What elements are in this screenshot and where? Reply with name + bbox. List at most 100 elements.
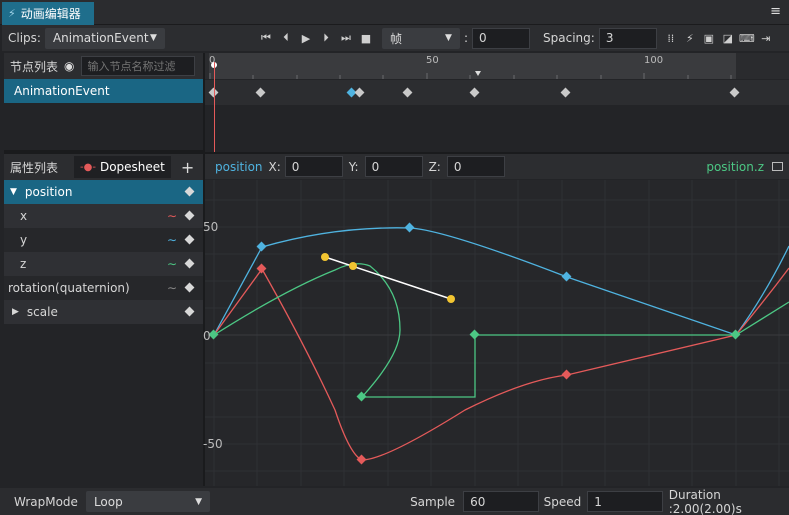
node-track-empty <box>205 105 789 152</box>
property-label: position <box>24 185 73 199</box>
clip-select[interactable]: AnimationEvent ▼ <box>44 27 165 49</box>
stop-icon[interactable]: ■ <box>358 30 374 46</box>
previous-frame-icon[interactable]: ⏴ <box>278 30 294 46</box>
node-list-title: 节点列表 <box>10 59 59 74</box>
track-keyframe[interactable] <box>729 87 740 98</box>
curve-header: position X: 0 Y: 0 Z: 0 position.z <box>205 154 789 179</box>
eye-icon[interactable]: ◉ <box>64 59 74 73</box>
x-input[interactable]: 0 <box>284 156 343 177</box>
track-keyframe[interactable] <box>469 87 480 98</box>
next-frame-icon[interactable]: ⏵ <box>318 30 334 46</box>
x-label: X: <box>268 159 281 174</box>
property-row-position[interactable]: ▼ position <box>4 180 203 204</box>
keyframe-diamond-icon[interactable] <box>184 234 195 245</box>
track-keyframe[interactable] <box>560 87 571 98</box>
node-list-header: 节点列表 ◉ <box>4 53 203 79</box>
eraser-icon[interactable]: ◪ <box>720 30 736 46</box>
clips-label: Clips: <box>8 31 41 45</box>
jump-to-start-icon[interactable]: ⏮ <box>258 30 274 46</box>
node-track[interactable] <box>205 80 789 105</box>
property-label: x <box>20 209 28 223</box>
tangent-handle-point[interactable] <box>447 295 455 303</box>
toolbar: Clips: AnimationEvent ▼ ⏮ ⏴ ▶ ⏵ ⏭ ■ 帧 ▼ … <box>2 25 789 51</box>
curve-wave-icon: ∼ <box>166 257 177 271</box>
wrapmode-label: WrapMode <box>14 494 78 509</box>
speed-input-value: 1 <box>594 494 602 509</box>
curve-wave-icon: ∼ <box>166 209 177 223</box>
property-row-x[interactable]: x ∼ <box>4 204 203 228</box>
track-keyframe[interactable] <box>354 87 365 98</box>
property-label: z <box>20 257 27 271</box>
keyframe-diamond-icon[interactable] <box>184 258 195 269</box>
curve-prop-name: position <box>215 159 263 174</box>
expand-right-icon[interactable]: ▶ <box>12 307 19 317</box>
node-item-animationevent[interactable]: AnimationEvent <box>4 79 203 103</box>
node-search-input[interactable] <box>80 56 195 76</box>
track-keyframe[interactable] <box>402 87 413 98</box>
y-axis-label: 50 <box>203 220 219 234</box>
property-label: rotation(quaternion) <box>8 281 130 295</box>
tangent-handle-point[interactable] <box>321 253 329 261</box>
spacing-input[interactable]: 3 <box>598 27 657 49</box>
sample-input[interactable]: 60 <box>463 491 539 512</box>
y-axis-label: 0 <box>203 329 211 343</box>
frame-colon: : <box>463 31 469 45</box>
playhead-line[interactable] <box>214 62 215 152</box>
sample-input-value: 60 <box>470 494 486 509</box>
property-label: scale <box>26 305 58 319</box>
tab-title: 动画编辑器 <box>20 7 81 21</box>
event-icon[interactable]: ⚡ <box>682 30 698 46</box>
speed-input[interactable]: 1 <box>587 491 663 512</box>
save-icon[interactable]: ▣ <box>701 30 717 46</box>
animation-editor-tab[interactable]: ⚡ 动画编辑器 <box>2 2 94 25</box>
title-bar: ⚡ 动画编辑器 ≡ <box>0 0 789 25</box>
dopesheet-tab[interactable]: -●- Dopesheet <box>74 156 171 178</box>
keyframe-diamond-icon[interactable] <box>184 282 195 293</box>
event-marker-icon[interactable] <box>475 71 481 76</box>
spacing-label: Spacing: <box>543 31 595 45</box>
y-axis-label: -50 <box>203 437 223 451</box>
grid-dots-icon[interactable]: ⁞⁞ <box>663 30 679 46</box>
jump-to-end-icon[interactable]: ⏭ <box>338 30 354 46</box>
track-keyframe[interactable] <box>255 87 266 98</box>
property-row-scale[interactable]: ▶ scale <box>4 300 203 324</box>
chevron-down-icon: ▼ <box>150 33 157 43</box>
menu-icon[interactable]: ≡ <box>770 4 781 19</box>
left-panel: 节点列表 ◉ AnimationEvent 属性列表 -●- Dopesheet… <box>4 53 203 486</box>
unit-select[interactable]: 帧 ▼ <box>381 27 460 49</box>
exit-icon[interactable]: ⇥ <box>758 30 774 46</box>
wrapmode-select[interactable]: Loop ▼ <box>85 491 211 512</box>
expand-down-icon[interactable]: ▼ <box>10 187 17 197</box>
speed-label: Speed <box>543 494 582 509</box>
keyframe-diamond-icon[interactable] <box>184 210 195 221</box>
curve-wave-icon: ∼ <box>166 281 177 295</box>
property-row-rotation[interactable]: rotation(quaternion) ∼ <box>4 276 203 300</box>
frame-input[interactable]: 0 <box>472 27 531 49</box>
node-item-label: AnimationEvent <box>14 84 110 98</box>
property-row-z[interactable]: z ∼ <box>4 252 203 276</box>
curve-canvas[interactable] <box>205 180 789 486</box>
z-label: Z: <box>428 159 441 174</box>
x-curve[interactable] <box>213 267 789 461</box>
add-property-button[interactable]: + <box>181 158 194 177</box>
y-label: Y: <box>348 159 359 174</box>
panel-toggle-icon[interactable] <box>772 162 783 171</box>
dopesheet-label: Dopesheet <box>99 160 165 174</box>
keyframe-diamond-icon[interactable] <box>184 186 195 197</box>
property-label: y <box>20 233 28 247</box>
frame-input-value: 0 <box>479 31 487 45</box>
y-input-value: 0 <box>371 159 380 174</box>
keyboard-icon[interactable]: ⌨ <box>739 30 755 46</box>
curve-editor[interactable]: 50 0 -50 <box>203 180 789 486</box>
tangent-handle-point[interactable] <box>349 262 357 270</box>
z-input[interactable]: 0 <box>446 156 505 177</box>
property-row-y[interactable]: y ∼ <box>4 228 203 252</box>
property-list-title: 属性列表 <box>10 160 59 175</box>
unit-select-value: 帧 <box>389 31 402 46</box>
play-icon[interactable]: ▶ <box>298 30 314 46</box>
keyframe-diamond-icon[interactable] <box>184 306 195 317</box>
z-curve[interactable] <box>213 263 789 398</box>
dopesheet-key-icon: -●- <box>80 161 96 173</box>
sample-label: Sample <box>410 494 456 509</box>
y-input[interactable]: 0 <box>364 156 423 177</box>
